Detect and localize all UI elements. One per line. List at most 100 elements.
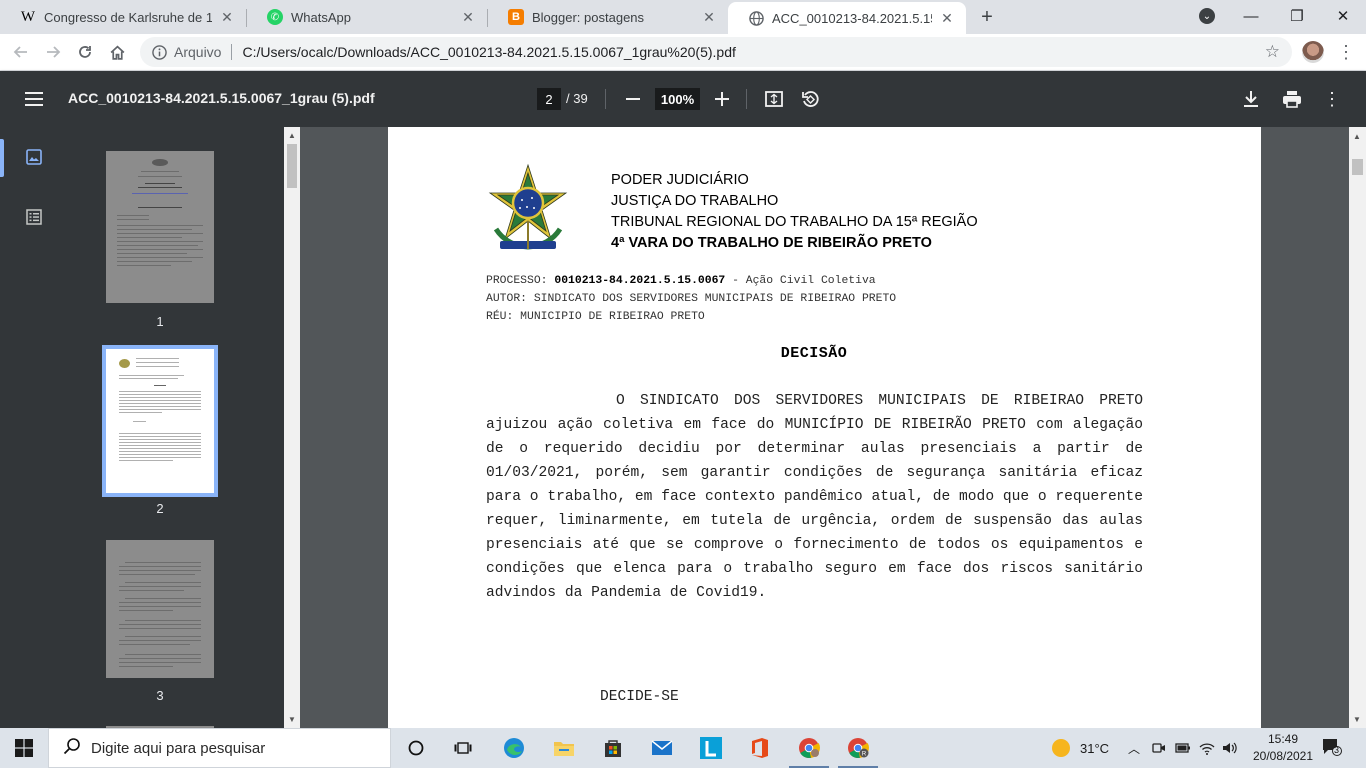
fit-to-page-icon bbox=[765, 91, 783, 107]
taskbar-clock[interactable]: 15:49 20/08/2021 bbox=[1250, 731, 1316, 765]
header-line: TRIBUNAL REGIONAL DO TRABALHO DA 15ª REG… bbox=[611, 214, 978, 230]
back-button[interactable] bbox=[8, 39, 34, 65]
document-heading: DECISÃO bbox=[780, 345, 848, 362]
document-scrollbar[interactable]: ▲ ▼ bbox=[1349, 127, 1366, 728]
windows-logo-icon bbox=[15, 739, 33, 757]
close-icon[interactable]: ✕ bbox=[700, 8, 718, 26]
court-header: PODER JUDICIÁRIO JUSTIÇA DO TRABALHO TRI… bbox=[611, 170, 978, 254]
download-button[interactable] bbox=[1240, 88, 1262, 110]
url-text[interactable]: C:/Users/ocalc/Downloads/ACC_0010213-84.… bbox=[242, 44, 735, 60]
close-icon[interactable]: ✕ bbox=[459, 8, 477, 26]
more-options-icon[interactable]: ⋮ bbox=[1322, 88, 1342, 110]
page-number-input[interactable]: 2 bbox=[537, 88, 561, 110]
tab-pdf-active[interactable]: ACC_0010213-84.2021.5.15.0067 ✕ bbox=[728, 2, 966, 34]
scroll-down-arrow-icon[interactable]: ▼ bbox=[284, 712, 300, 726]
notification-center-icon[interactable]: 3 bbox=[1322, 738, 1346, 758]
outline-view-icon[interactable] bbox=[24, 207, 44, 227]
thumbnail-scrollbar[interactable]: ▲ ▼ bbox=[284, 127, 300, 728]
wifi-icon[interactable] bbox=[1199, 728, 1215, 768]
tab-title: Congresso de Karlsruhe de 1860 bbox=[44, 9, 212, 25]
print-button[interactable] bbox=[1280, 88, 1304, 110]
download-icon bbox=[1244, 91, 1258, 107]
scheme-label: Arquivo bbox=[174, 44, 222, 60]
browser-menu-icon[interactable]: ⋮ bbox=[1336, 40, 1356, 64]
zoom-input[interactable]: 100% bbox=[655, 88, 700, 110]
home-button[interactable] bbox=[104, 39, 130, 65]
thumbnails-view-icon[interactable] bbox=[24, 147, 44, 167]
thumbnail-label: 1 bbox=[156, 314, 164, 329]
bookmark-star-icon[interactable]: ☆ bbox=[1265, 42, 1280, 62]
tab-whatsapp[interactable]: ✆ WhatsApp ✕ bbox=[247, 0, 487, 34]
weather-widget[interactable]: 31°C bbox=[1052, 728, 1109, 768]
rotate-icon bbox=[802, 91, 819, 107]
header-line: PODER JUDICIÁRIO bbox=[611, 172, 749, 188]
restore-button[interactable]: ❐ bbox=[1274, 0, 1320, 32]
home-icon bbox=[110, 45, 124, 60]
cortana-icon[interactable] bbox=[396, 732, 436, 764]
windows-taskbar: Digite aqui para pesquisar R 31°C ︿ 15:4… bbox=[0, 728, 1366, 768]
scroll-down-arrow-icon[interactable]: ▼ bbox=[1349, 712, 1365, 726]
office-icon[interactable] bbox=[740, 732, 780, 764]
taskbar-search-box[interactable]: Digite aqui para pesquisar bbox=[48, 728, 391, 768]
show-hidden-icons[interactable]: ︿ bbox=[1128, 728, 1140, 768]
pdf-file-name: ACC_0010213-84.2021.5.15.0067_1grau (5).… bbox=[68, 90, 375, 106]
thumbnail-page-2[interactable] bbox=[102, 345, 218, 497]
mail-icon[interactable] bbox=[642, 732, 682, 764]
thumbnail-page-1[interactable] bbox=[106, 151, 214, 303]
rail-active-indicator bbox=[0, 139, 4, 177]
decide-se-heading: DECIDE-SE bbox=[600, 689, 679, 705]
file-explorer-icon[interactable] bbox=[544, 732, 584, 764]
chrome-icon[interactable] bbox=[789, 732, 829, 768]
blogger-icon: B bbox=[508, 9, 524, 25]
battery-icon[interactable] bbox=[1175, 728, 1191, 768]
close-window-button[interactable]: ✕ bbox=[1320, 0, 1366, 32]
globe-icon bbox=[748, 10, 764, 26]
clock-date: 20/08/2021 bbox=[1252, 749, 1314, 763]
profile-avatar[interactable] bbox=[1302, 41, 1324, 63]
info-icon[interactable] bbox=[150, 43, 168, 61]
fit-page-button[interactable] bbox=[763, 88, 785, 110]
address-bar[interactable]: Arquivo C:/Users/ocalc/Downloads/ACC_001… bbox=[140, 37, 1292, 67]
pdf-viewer[interactable]: PODER JUDICIÁRIO JUSTIÇA DO TRABALHO TRI… bbox=[300, 127, 1349, 728]
divider bbox=[746, 89, 747, 109]
header-line: JUSTIÇA DO TRABALHO bbox=[611, 193, 779, 209]
processo-line: PROCESSO: 0010213-84.2021.5.15.0067 - Aç… bbox=[486, 272, 896, 290]
zoom-in-button[interactable] bbox=[711, 88, 733, 110]
chrome-profile-icon[interactable]: R bbox=[838, 732, 878, 768]
scroll-up-arrow-icon[interactable]: ▲ bbox=[284, 128, 300, 142]
rotate-button[interactable] bbox=[799, 88, 821, 110]
forward-button[interactable] bbox=[40, 39, 66, 65]
processo-type: - Ação Civil Coletiva bbox=[725, 275, 876, 287]
tab-title: Blogger: postagens bbox=[532, 9, 645, 25]
zoom-out-button[interactable] bbox=[622, 88, 644, 110]
sun-icon bbox=[1052, 739, 1070, 757]
new-tab-button[interactable]: + bbox=[976, 6, 998, 28]
printer-icon bbox=[1283, 91, 1301, 108]
volume-icon[interactable] bbox=[1222, 728, 1238, 768]
lexmark-app-icon[interactable] bbox=[691, 732, 731, 764]
meet-now-icon[interactable] bbox=[1152, 728, 1166, 768]
tab-blogger[interactable]: B Blogger: postagens ✕ bbox=[488, 0, 728, 34]
autor-line: AUTOR: SINDICATO DOS SERVIDORES MUNICIPA… bbox=[486, 293, 897, 305]
reload-button[interactable] bbox=[72, 39, 98, 65]
minus-icon bbox=[626, 98, 640, 100]
thumbnail-panel: 1 2 3 bbox=[68, 127, 284, 728]
tab-wikipedia[interactable]: W Congresso de Karlsruhe de 1860 ✕ bbox=[0, 0, 246, 34]
task-view-icon[interactable] bbox=[443, 732, 483, 764]
hamburger-menu-icon[interactable] bbox=[22, 87, 46, 111]
scroll-up-arrow-icon[interactable]: ▲ bbox=[1349, 129, 1365, 143]
divider bbox=[231, 44, 233, 60]
store-icon[interactable] bbox=[593, 732, 633, 764]
minimize-button[interactable]: — bbox=[1228, 0, 1274, 32]
close-icon[interactable]: ✕ bbox=[218, 8, 236, 26]
edge-icon[interactable] bbox=[494, 732, 534, 764]
tab-search-icon[interactable]: ⌄ bbox=[1184, 0, 1230, 32]
scrollbar-thumb[interactable] bbox=[1352, 159, 1363, 175]
scrollbar-thumb[interactable] bbox=[287, 144, 297, 188]
start-button[interactable] bbox=[0, 728, 48, 768]
search-icon bbox=[63, 737, 81, 760]
document-paragraph: O SINDICATO DOS SERVIDORES MUNICIPAIS DE… bbox=[486, 393, 1143, 601]
tab-title: ACC_0010213-84.2021.5.15.0067 bbox=[772, 10, 932, 26]
close-icon[interactable]: ✕ bbox=[938, 9, 956, 27]
thumbnail-page-3[interactable] bbox=[106, 540, 214, 678]
